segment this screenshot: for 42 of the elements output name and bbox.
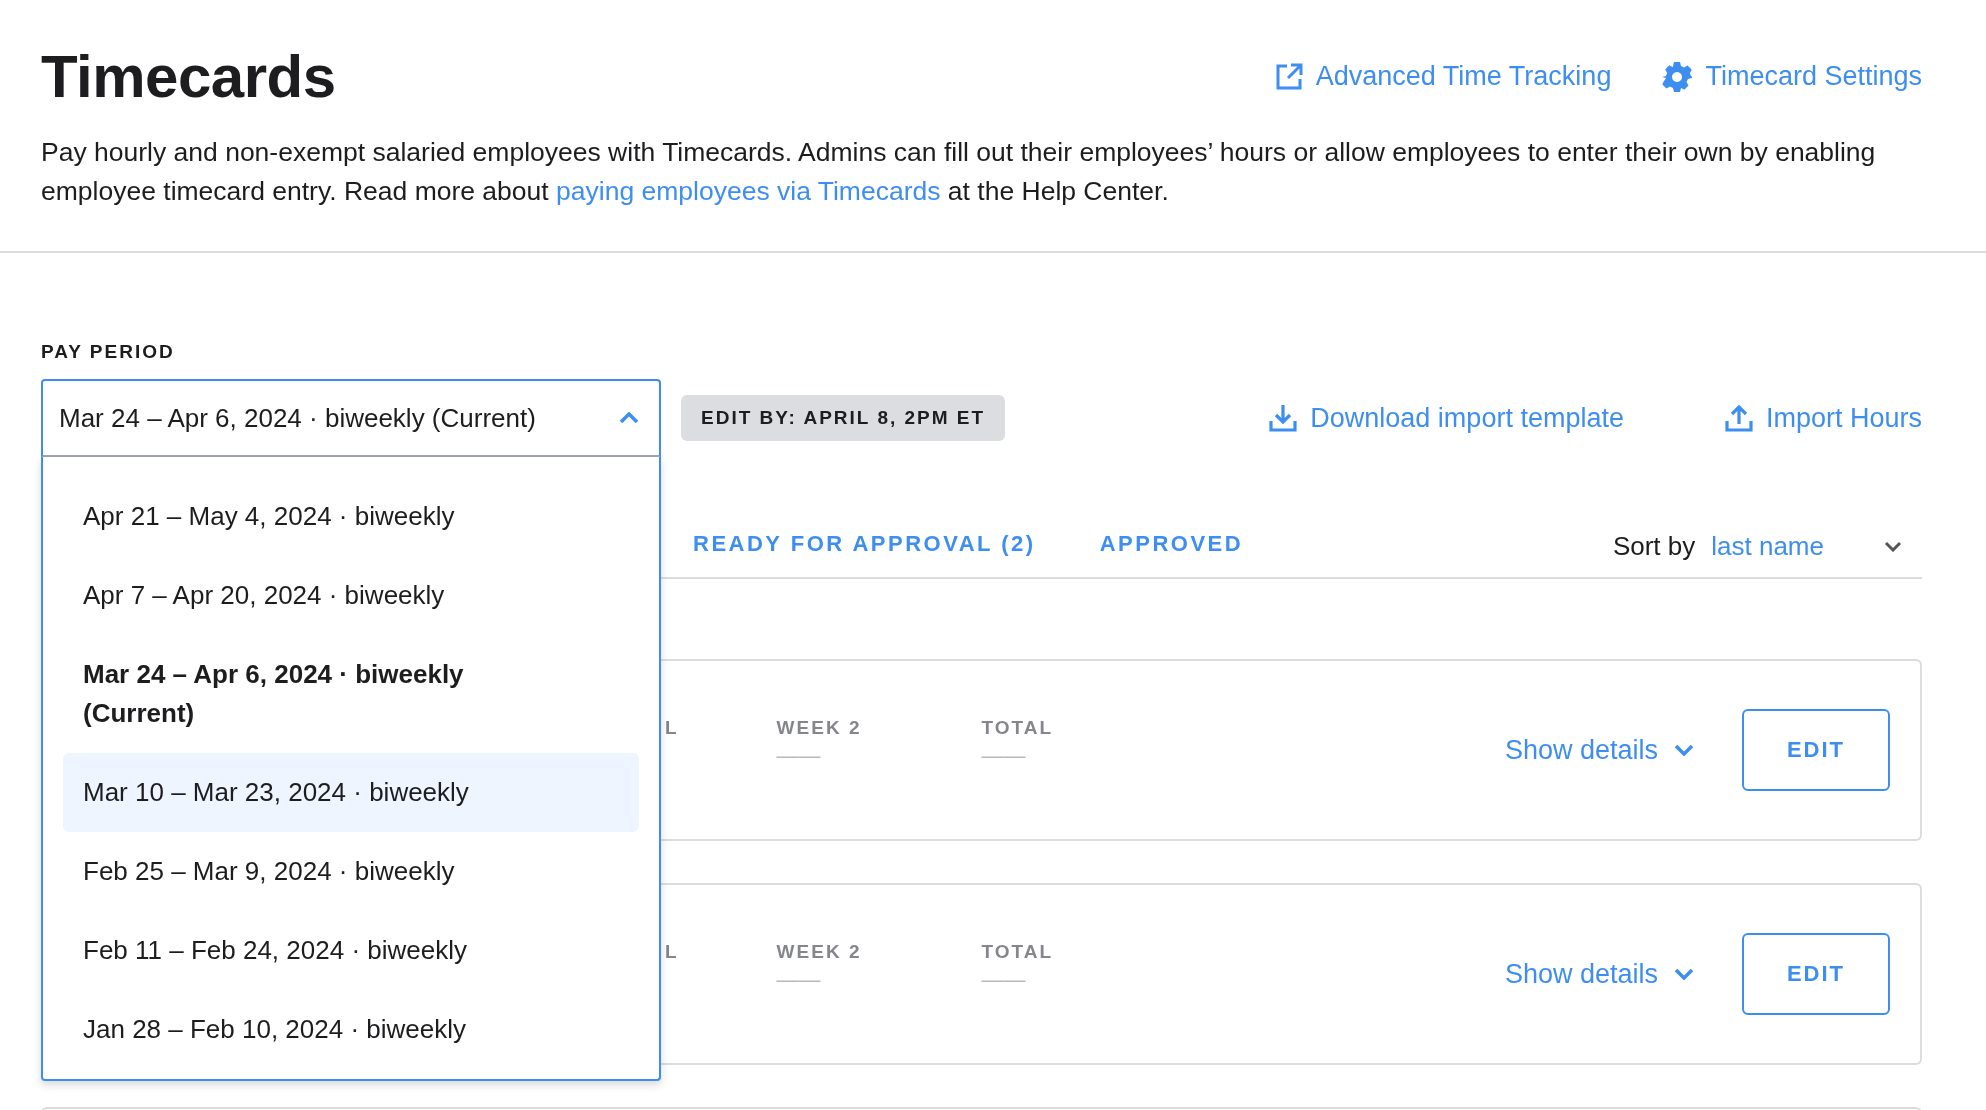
action-link[interactable]: Import Hours xyxy=(1723,402,1922,434)
column-label: L xyxy=(665,941,679,963)
chevron-icon xyxy=(1884,540,1902,552)
show-details-button[interactable]: Show details xyxy=(1498,733,1700,767)
description-text: Pay hourly and non-exempt salaried employees with Timecards. Admins can fill out their employees’ hours or allow employees to enter their own by enabling employee timecard entry. Read more about paying employees via Timecards at the Help Center. xyxy=(41,136,1877,208)
tab[interactable]: APPROVED xyxy=(1087,523,1256,569)
dropdown-option[interactable]: Apr 21 – May 4, 2024 · biweekly xyxy=(63,477,639,556)
header-link[interactable]: Advanced Time Tracking xyxy=(1273,60,1612,93)
column-label: L xyxy=(665,717,679,739)
header-link[interactable]: Timecard Settings xyxy=(1661,60,1922,93)
sort-select[interactable]: last name xyxy=(1711,530,1902,562)
column-label: WEEK 2 xyxy=(776,941,862,963)
field-label: PAY PERIOD xyxy=(41,341,176,363)
pay-period-select[interactable]: Mar 24 – Apr 6, 2024 · biweekly (Current) xyxy=(41,379,661,457)
download-icon xyxy=(1268,403,1299,433)
column-value: —— xyxy=(776,967,822,993)
dropdown-option[interactable]: Jan 28 – Feb 10, 2024 · biweekly xyxy=(63,990,639,1069)
edit-button[interactable]: EDIT xyxy=(1742,933,1890,1015)
dropdown-option[interactable]: Feb 11 – Feb 24, 2024 · biweekly xyxy=(63,911,639,990)
dropdown-option[interactable]: Feb 25 – Mar 9, 2024 · biweekly xyxy=(63,832,639,911)
show-details-button[interactable]: Show details xyxy=(1498,957,1700,991)
column-label: WEEK 2 xyxy=(776,717,862,739)
edit-button[interactable]: EDIT xyxy=(1742,709,1890,791)
column-value: —— xyxy=(981,967,1027,993)
dropdown-option[interactable]: Mar 10 – Mar 23, 2024 · biweekly xyxy=(63,753,639,832)
sort-label: Sort by xyxy=(1612,530,1696,562)
chevron-icon xyxy=(1674,968,1694,980)
help-link[interactable]: paying employees via Timecards xyxy=(556,176,941,206)
action-link[interactable]: Download import template xyxy=(1268,402,1624,434)
column-label: TOTAL xyxy=(981,717,1054,739)
page-title: Timecards xyxy=(41,42,336,111)
column-value: —— xyxy=(981,743,1027,769)
column-value: —— xyxy=(776,743,822,769)
chevron-icon xyxy=(619,412,639,424)
chevron-icon xyxy=(1674,744,1694,756)
dropdown-option[interactable]: Apr 7 – Apr 20, 2024 · biweekly xyxy=(63,556,639,635)
deadline-badge: EDIT BY: APRIL 8, 2PM ET xyxy=(681,395,1006,441)
dropdown-option[interactable]: Mar 24 – Apr 6, 2024 · biweekly (Current) xyxy=(63,635,639,753)
upload-icon xyxy=(1723,403,1754,433)
column-label: TOTAL xyxy=(981,941,1054,963)
settings-icon xyxy=(1661,60,1694,93)
tab[interactable]: READY FOR APPROVAL (2) xyxy=(681,523,1048,569)
